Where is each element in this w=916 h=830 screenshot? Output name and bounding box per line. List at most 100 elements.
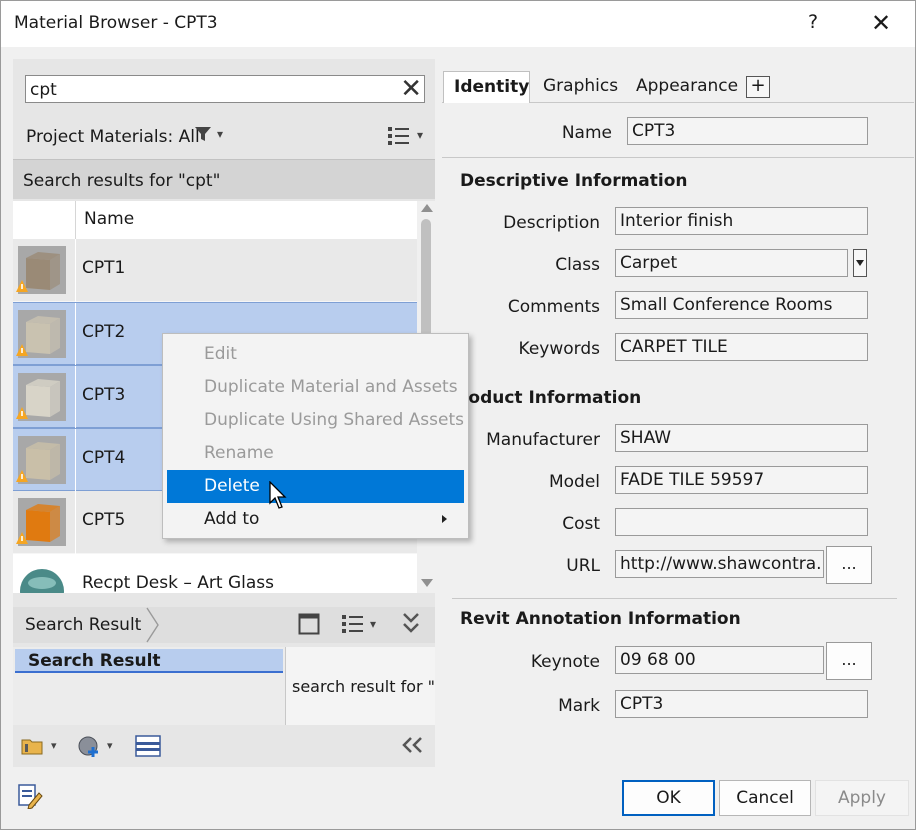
row-divider (75, 239, 76, 302)
warning-icon (16, 280, 28, 292)
ok-button[interactable]: OK (622, 780, 715, 816)
scroll-down-icon[interactable] (421, 579, 433, 587)
warning-icon (16, 344, 28, 356)
revit-annotation-heading: Revit Annotation Information (460, 609, 741, 629)
name-column-header[interactable]: Name (84, 209, 134, 229)
create-material-icon[interactable] (77, 735, 103, 764)
column-divider (75, 201, 76, 239)
material-browser-window: Material Browser - CPT3 ? ✕ cpt ✕ Projec… (0, 0, 916, 830)
comments-field[interactable]: Small Conference Rooms (615, 291, 868, 319)
create-material-dropdown-icon[interactable]: ▾ (107, 739, 113, 752)
filter-icon[interactable] (194, 125, 212, 148)
context-menu-item-label: Duplicate Using Shared Assets (204, 410, 464, 430)
list-column-header: Name (13, 201, 417, 239)
mark-field[interactable]: CPT3 (615, 690, 868, 718)
library-list-icon[interactable] (341, 613, 365, 640)
help-button[interactable]: ? (803, 11, 823, 33)
context-menu-item-add-to[interactable]: Add to (167, 503, 464, 536)
keynote-label: Keynote (530, 652, 600, 672)
submenu-arrow-icon (442, 515, 447, 523)
library-view-icon[interactable] (298, 613, 320, 640)
editor-tabs: Identity Graphics Appearance + (442, 71, 914, 103)
context-menu-item-label: Rename (204, 443, 274, 463)
class-label: Class (555, 255, 600, 275)
row-divider (75, 491, 76, 554)
view-options-icon[interactable] (387, 125, 411, 152)
edit-document-icon[interactable] (17, 783, 43, 809)
model-field[interactable]: FADE TILE 59597 (615, 466, 868, 494)
apply-button[interactable]: Apply (815, 780, 909, 816)
url-browse-button[interactable]: ... (826, 546, 872, 584)
search-input[interactable]: cpt ✕ (25, 75, 425, 103)
warning-icon (16, 470, 28, 482)
divider (442, 157, 914, 158)
mouse-cursor-icon (269, 481, 287, 509)
project-materials-filter-label[interactable]: Project Materials: All (26, 127, 200, 147)
url-field[interactable]: http://www.shawcontra... (615, 550, 824, 578)
library-tree-item-label: Search Result (28, 651, 161, 671)
context-menu-item-duplicate-using-shared-assets[interactable]: Duplicate Using Shared Assets (167, 404, 464, 437)
mark-label: Mark (558, 696, 600, 716)
view-options-dropdown-icon[interactable]: ▾ (417, 128, 423, 142)
scroll-thumb[interactable] (421, 219, 431, 349)
asset-browser-icon[interactable] (135, 735, 161, 762)
library-area: Search Result search result for "c (13, 647, 435, 725)
library-list-dropdown-icon[interactable]: ▾ (370, 617, 376, 631)
row-divider (75, 303, 76, 366)
library-breadcrumb[interactable]: Search Result (25, 615, 141, 635)
clear-search-icon[interactable]: ✕ (400, 76, 422, 102)
library-detail-text: search result for "c (292, 677, 435, 696)
context-menu-item-label: Edit (204, 344, 237, 364)
scroll-up-icon[interactable] (421, 204, 433, 212)
keywords-field[interactable]: CARPET TILE (615, 333, 868, 361)
folder-library-icon[interactable] (21, 735, 45, 762)
filter-row: Project Materials: All ▾ ▾ (13, 121, 435, 155)
url-label: URL (566, 556, 600, 576)
library-toolbar: ▾ ▾ (13, 727, 435, 767)
keynote-field[interactable]: 09 68 00 (615, 646, 824, 674)
name-label: Name (561, 123, 612, 143)
class-dropdown-icon[interactable] (853, 249, 867, 277)
divider (452, 598, 897, 599)
row-divider (75, 366, 76, 429)
material-row[interactable]: Recpt Desk – Art Glass (13, 554, 417, 593)
row-divider (75, 554, 76, 593)
context-menu-item-duplicate-material-and-assets[interactable]: Duplicate Material and Assets (167, 371, 464, 404)
context-menu-item-edit[interactable]: Edit (167, 338, 464, 371)
comments-label: Comments (507, 297, 600, 317)
material-name: CPT4 (82, 448, 126, 468)
context-menu-item-rename[interactable]: Rename (167, 437, 464, 470)
row-divider (75, 429, 76, 492)
library-detail: search result for "c (285, 647, 435, 725)
breadcrumb-chevron-icon (146, 607, 159, 643)
warning-icon (16, 407, 28, 419)
library-tree-item-search-result[interactable]: Search Result (15, 649, 283, 673)
collapse-down-icon[interactable] (401, 611, 421, 640)
cost-label: Cost (562, 514, 600, 534)
filter-dropdown-icon[interactable]: ▾ (217, 127, 223, 141)
library-bar: Search Result ▾ (13, 607, 435, 643)
add-asset-tab-button[interactable]: + (746, 76, 770, 98)
manufacturer-label: Manufacturer (486, 430, 600, 450)
description-field[interactable]: Interior finish (615, 207, 868, 235)
class-field[interactable]: Carpet (615, 249, 848, 277)
tab-graphics[interactable]: Graphics (543, 71, 618, 103)
manufacturer-field[interactable]: SHAW (615, 424, 868, 452)
tab-appearance[interactable]: Appearance (636, 71, 738, 103)
window-title: Material Browser - CPT3 (14, 13, 218, 33)
cancel-button[interactable]: Cancel (719, 780, 811, 816)
product-info-heading: roduct Information (460, 388, 642, 408)
keynote-browse-button[interactable]: ... (826, 642, 872, 680)
warning-icon (16, 532, 28, 544)
context-menu-item-label: Duplicate Material and Assets (204, 377, 458, 397)
collapse-left-icon[interactable] (399, 735, 425, 760)
cost-field[interactable] (615, 508, 868, 536)
tab-identity[interactable]: Identity (443, 71, 530, 103)
folder-library-dropdown-icon[interactable]: ▾ (51, 739, 57, 752)
context-menu-item-delete[interactable]: Delete (167, 470, 464, 503)
close-button[interactable]: ✕ (867, 9, 895, 37)
description-label: Description (503, 213, 600, 233)
material-row[interactable]: CPT1 (13, 239, 417, 302)
name-field[interactable]: CPT3 (627, 117, 868, 145)
search-results-text: Search results for "cpt" (23, 171, 221, 191)
